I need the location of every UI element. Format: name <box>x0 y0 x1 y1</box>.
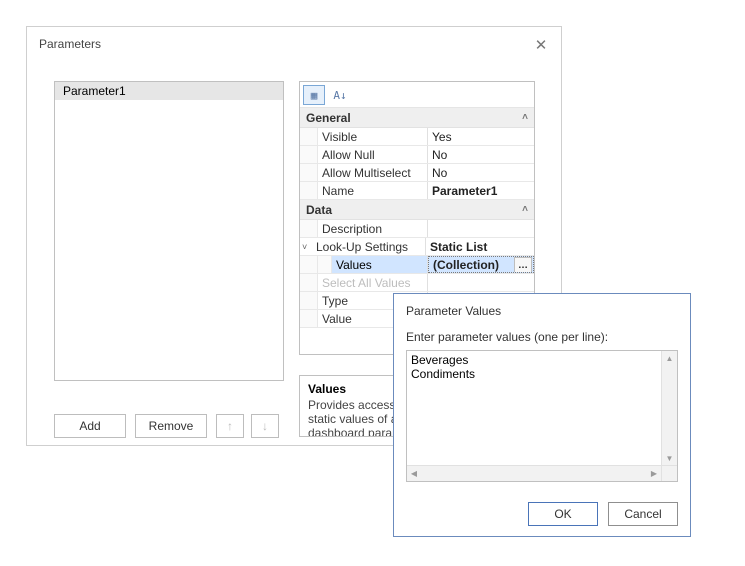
parameters-listbox[interactable]: Parameter1 <box>54 81 284 381</box>
prop-row-description[interactable]: Description <box>300 220 534 238</box>
prop-value[interactable] <box>428 220 534 237</box>
prop-label: Select All Values <box>318 274 428 291</box>
prop-row-values[interactable]: Values (Collection) … <box>300 256 534 274</box>
prop-value[interactable]: Yes <box>428 128 534 145</box>
prop-value[interactable]: Parameter1 <box>428 182 534 199</box>
chevron-up-icon: ˄ <box>522 112 528 123</box>
arrow-down-icon: ↓ <box>262 419 268 433</box>
prop-label: Description <box>318 220 428 237</box>
dialog-title: Parameters <box>27 27 561 57</box>
prop-label: Allow Multiselect <box>318 164 428 181</box>
prop-label: Name <box>318 182 428 199</box>
propgrid-toolbar: ▦ A↓ <box>300 82 534 108</box>
values-textarea-wrapper: ▲ ▼ ◀ ▶ <box>406 350 678 482</box>
scrollbar-corner <box>661 465 677 481</box>
alphabetical-icon[interactable]: A↓ <box>329 85 351 105</box>
remove-button[interactable]: Remove <box>135 414 207 438</box>
ok-button[interactable]: OK <box>528 502 598 526</box>
chevron-up-icon: ˄ <box>522 204 528 215</box>
values-textarea[interactable] <box>407 351 661 465</box>
horizontal-scrollbar[interactable]: ◀ ▶ <box>407 465 661 481</box>
add-button[interactable]: Add <box>54 414 126 438</box>
prop-row-visible[interactable]: Visible Yes <box>300 128 534 146</box>
popup-buttons: OK Cancel <box>528 502 678 526</box>
prop-row-lookup-settings[interactable]: ˅ Look-Up Settings Static List <box>300 238 534 256</box>
parameter-values-dialog: Parameter Values Enter parameter values … <box>393 293 691 537</box>
category-label: Data <box>306 203 332 217</box>
prop-value-text: (Collection) <box>433 258 499 272</box>
prop-row-select-all-values: Select All Values <box>300 274 534 292</box>
scroll-down-icon[interactable]: ▼ <box>664 452 675 464</box>
prop-row-allow-null[interactable]: Allow Null No <box>300 146 534 164</box>
prop-value[interactable]: No <box>428 164 534 181</box>
prop-row-name[interactable]: Name Parameter1 <box>300 182 534 200</box>
ellipsis-button[interactable]: … <box>514 257 532 273</box>
prop-label: Allow Null <box>318 146 428 163</box>
cancel-button[interactable]: Cancel <box>608 502 678 526</box>
prop-value[interactable]: (Collection) … <box>428 256 534 273</box>
category-general[interactable]: General ˄ <box>300 108 534 128</box>
category-label: General <box>306 111 351 125</box>
move-down-button[interactable]: ↓ <box>251 414 279 438</box>
categorized-icon[interactable]: ▦ <box>303 85 325 105</box>
prop-value <box>428 274 534 291</box>
close-icon[interactable]: ✕ <box>531 35 551 55</box>
scroll-left-icon[interactable]: ◀ <box>408 468 420 479</box>
move-up-button[interactable]: ↑ <box>216 414 244 438</box>
vertical-scrollbar[interactable]: ▲ ▼ <box>661 351 677 465</box>
scroll-up-icon[interactable]: ▲ <box>664 352 675 364</box>
scroll-right-icon[interactable]: ▶ <box>648 468 660 479</box>
arrow-up-icon: ↑ <box>227 419 233 433</box>
prop-value[interactable]: Static List <box>426 238 534 255</box>
popup-prompt: Enter parameter values (one per line): <box>394 330 690 348</box>
chevron-down-icon[interactable]: ˅ <box>300 238 312 255</box>
category-data[interactable]: Data ˄ <box>300 200 534 220</box>
prop-label: Values <box>332 256 428 273</box>
prop-row-allow-multiselect[interactable]: Allow Multiselect No <box>300 164 534 182</box>
list-item[interactable]: Parameter1 <box>55 82 283 100</box>
popup-title: Parameter Values <box>394 294 690 330</box>
prop-label: Visible <box>318 128 428 145</box>
prop-value[interactable]: No <box>428 146 534 163</box>
prop-label: Look-Up Settings <box>312 238 426 255</box>
